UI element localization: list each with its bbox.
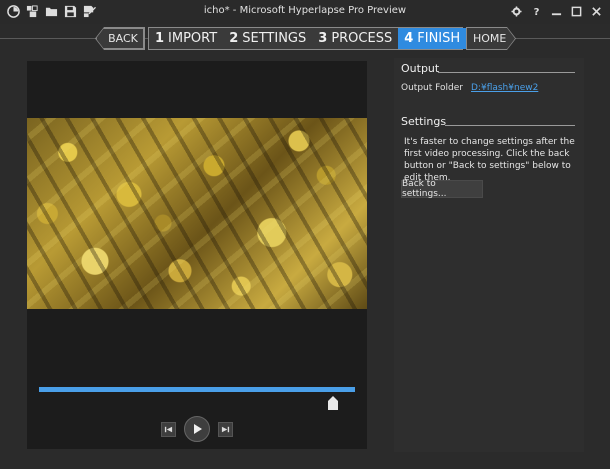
window-controls: ? — [508, 3, 604, 19]
step-number: 1 — [155, 31, 165, 46]
finish-side-panel: Output Output Folder D:¥flash¥new2 Setti… — [394, 58, 584, 452]
wizard-steps: 1 IMPORT 2 SETTINGS 3 PROCESS 4 FINISH — [148, 27, 467, 50]
home-button[interactable]: HOME — [467, 28, 515, 49]
output-folder-label: Output Folder — [401, 83, 463, 93]
close-icon[interactable] — [588, 3, 604, 19]
step-settings[interactable]: 2 SETTINGS — [223, 28, 312, 49]
skip-to-start-button[interactable] — [161, 421, 176, 437]
scrub-handle[interactable] — [328, 395, 338, 410]
title-bar: icho* - Microsoft Hyperlapse Pro Preview… — [0, 0, 610, 24]
step-process[interactable]: 3 PROCESS — [312, 28, 398, 49]
wizard-navbar: BACK 1 IMPORT 2 SETTINGS 3 PROCESS 4 FIN… — [0, 24, 610, 54]
playback-progress-bar[interactable] — [39, 387, 355, 392]
step-number: 2 — [229, 31, 239, 46]
help-icon[interactable]: ? — [528, 3, 544, 19]
step-finish[interactable]: 4 FINISH — [398, 28, 467, 49]
skip-forward-icon — [221, 426, 230, 432]
skip-to-end-button[interactable] — [218, 421, 233, 437]
back-to-settings-button[interactable]: Back to settings... — [401, 179, 483, 199]
video-preview-panel — [27, 61, 367, 449]
output-section-rule — [438, 72, 575, 73]
step-label: FINISH — [417, 31, 461, 46]
play-button[interactable] — [184, 416, 210, 442]
maximize-icon[interactable] — [568, 3, 584, 19]
video-texture — [27, 118, 367, 309]
step-number: 4 — [404, 31, 414, 46]
settings-section-rule — [445, 125, 575, 126]
step-label: IMPORT — [168, 31, 218, 46]
playback-controls — [27, 415, 367, 443]
svg-text:?: ? — [533, 7, 539, 17]
skip-back-icon — [164, 426, 173, 432]
output-folder-link[interactable]: D:¥flash¥new2 — [471, 83, 538, 93]
step-label: PROCESS — [331, 31, 393, 46]
step-label: SETTINGS — [242, 31, 307, 46]
step-import[interactable]: 1 IMPORT — [149, 28, 223, 49]
settings-gear-icon[interactable] — [508, 3, 524, 19]
step-number: 3 — [318, 31, 328, 46]
minimize-icon[interactable] — [548, 3, 564, 19]
output-section-title: Output — [401, 62, 440, 75]
settings-description: It's faster to change settings after the… — [404, 137, 575, 183]
settings-section-title: Settings — [401, 115, 447, 128]
play-icon — [194, 424, 202, 434]
video-frame — [27, 118, 367, 309]
back-button[interactable]: BACK — [96, 28, 144, 49]
